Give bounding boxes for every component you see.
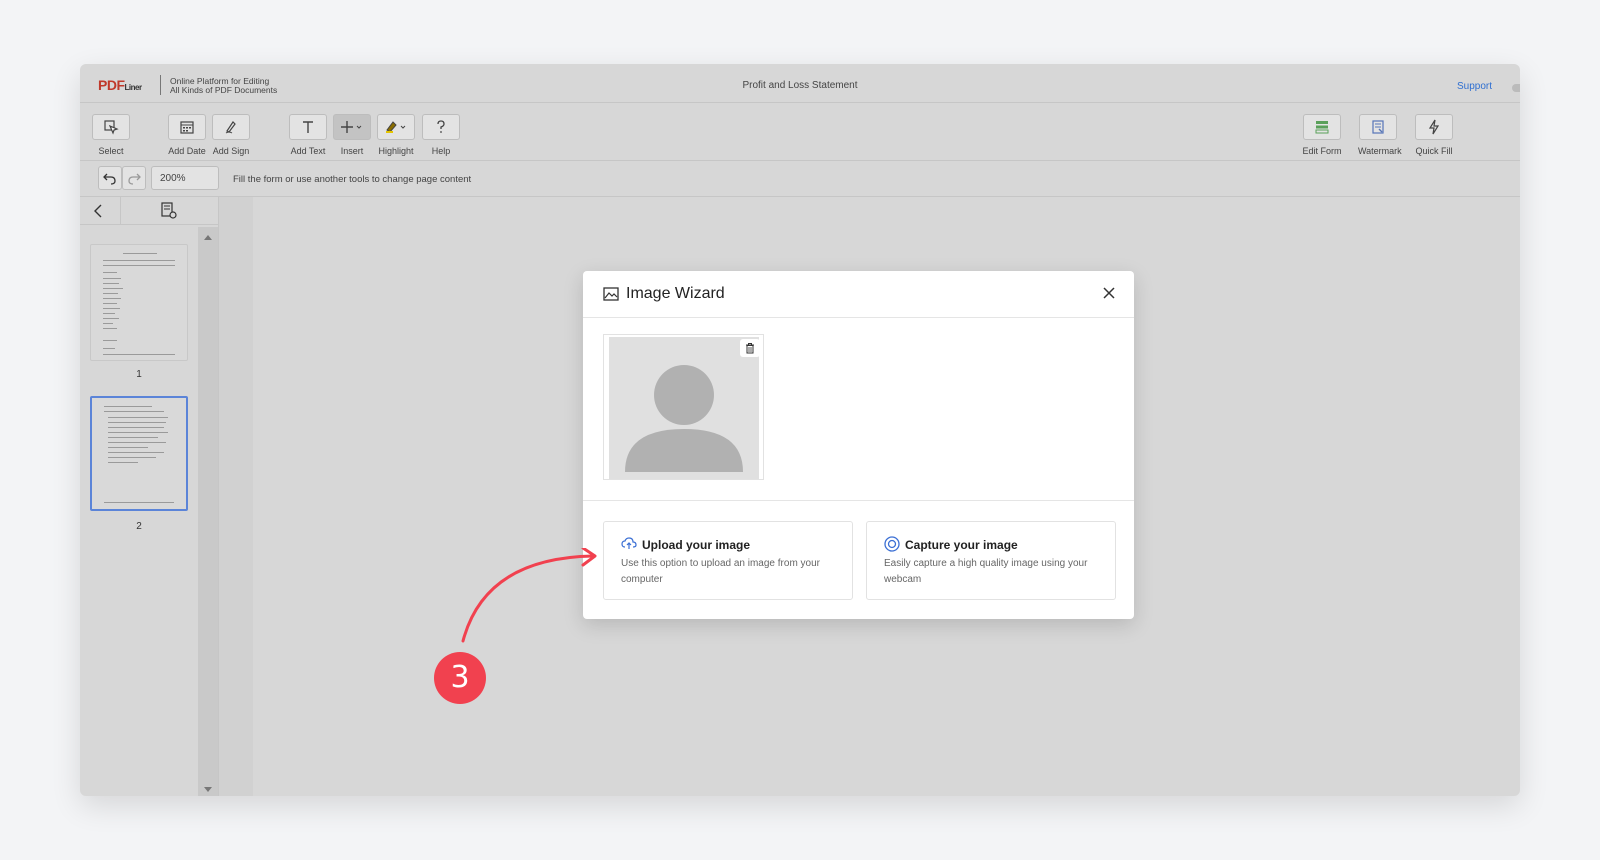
page-number-1: 1 [136,369,142,380]
sidebar-header [80,197,218,225]
page-settings-button[interactable] [160,202,178,225]
scroll-down-arrow-icon[interactable] [204,787,212,792]
page-thumbnails-sidebar: 1 2 [80,197,219,796]
upload-image-title: Upload your image [642,538,751,552]
document-canvas-edge [219,197,253,796]
support-link[interactable]: Support [1457,81,1492,92]
pen-sign-icon [225,121,236,134]
quick-fill-button[interactable]: Quick Fill [1414,114,1454,156]
help-button[interactable]: Help [421,114,461,156]
toolbar: Select Add Date Add Sign Add Text Insert… [80,103,1520,161]
undo-icon [103,173,116,185]
delete-image-button[interactable] [740,339,760,357]
image-wizard-dialog: Image Wizard Upload your image Use this … [583,271,1134,619]
secondary-toolbar: 200% Fill the form or use another tools … [80,161,1520,197]
avatar-placeholder [609,337,759,479]
redo-icon [128,173,141,185]
page-thumbnail-1[interactable] [90,244,188,361]
trash-icon [746,343,754,354]
plus-dropdown-icon [341,121,362,133]
capture-image-title: Capture your image [905,538,1018,552]
text-icon [303,121,313,133]
sidebar-header-divider [120,197,121,225]
annotation-arrow-icon [461,548,597,643]
person-silhouette-icon [609,337,759,479]
top-bar: PDFLiner Online Platform for Editing All… [80,64,1520,103]
close-icon[interactable] [1102,286,1116,300]
undo-button[interactable] [98,166,122,190]
question-icon [437,120,445,133]
edit-form-button[interactable]: Edit Form [1302,114,1342,156]
chevron-left-icon [94,204,102,218]
upload-image-description: Use this option to upload an image from … [621,558,820,585]
cloud-upload-icon [621,537,637,549]
capture-image-option[interactable]: Capture your image Easily capture a high… [866,521,1116,600]
add-sign-button[interactable]: Add Sign [211,114,251,156]
watermark-doc-icon [1372,120,1384,134]
sidebar-scrollbar[interactable] [198,227,218,796]
lightning-icon [1428,119,1440,135]
highlighter-icon [386,121,406,133]
image-icon [603,287,619,301]
page-settings-icon [161,202,177,219]
upload-image-option[interactable]: Upload your image Use this option to upl… [603,521,853,600]
scroll-up-arrow-icon[interactable] [204,235,212,240]
calendar-icon [180,121,194,134]
dialog-title: Image Wizard [626,285,725,302]
zoom-input[interactable]: 200% [151,166,219,190]
form-list-icon [1315,121,1329,134]
dialog-header: Image Wizard [583,271,1134,318]
webcam-icon [884,536,900,552]
toolbar-hint: Fill the form or use another tools to ch… [233,174,472,185]
step-number-badge: 3 [434,652,486,704]
watermark-button[interactable]: Watermark [1358,114,1402,156]
page-number-2: 2 [136,521,142,532]
highlight-button[interactable]: Highlight [376,114,416,156]
add-date-button[interactable]: Add Date [167,114,207,156]
capture-image-description: Easily capture a high quality image usin… [884,558,1088,585]
page-thumbnail-2[interactable] [90,396,188,511]
insert-button[interactable]: Insert [332,114,372,156]
select-cursor-icon [104,120,119,135]
redo-button[interactable] [122,166,146,190]
select-tool-button[interactable]: Select [91,114,131,156]
collapse-sidebar-button[interactable] [92,203,106,224]
add-text-button[interactable]: Add Text [288,114,328,156]
document-title: Profit and Loss Statement [742,80,858,91]
image-preview [603,334,764,480]
dialog-divider [583,500,1134,501]
support-tab[interactable] [1512,84,1520,92]
